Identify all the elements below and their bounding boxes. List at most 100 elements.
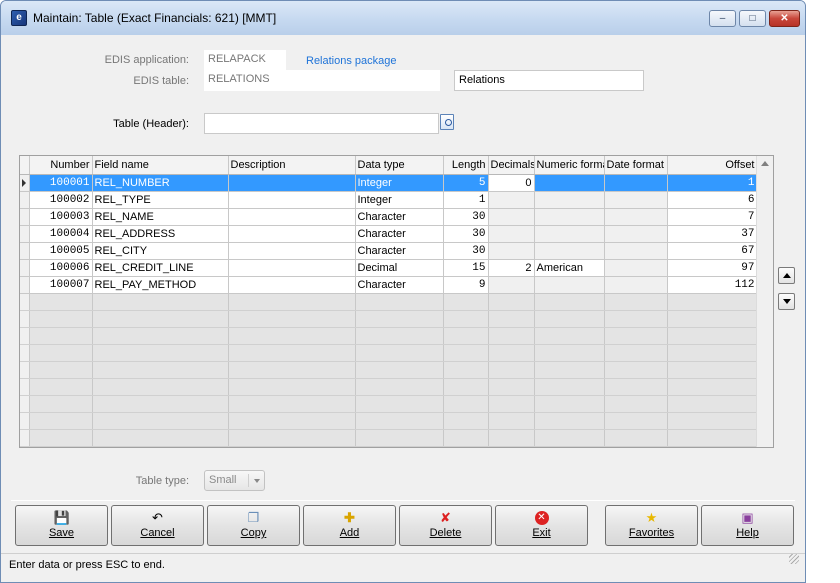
empty-cell[interactable] <box>443 412 489 430</box>
empty-cell[interactable] <box>92 395 229 413</box>
help-button[interactable]: ▣ Help <box>701 505 794 546</box>
cell-description[interactable] <box>228 208 356 226</box>
cell-decimals[interactable]: 2 <box>488 259 535 277</box>
empty-cell[interactable] <box>667 412 758 430</box>
table-row[interactable]: 100001 REL_NUMBER Integer 5 0 1 <box>20 174 758 192</box>
column-header-date-format[interactable]: Date format <box>604 156 668 175</box>
row-indicator[interactable] <box>20 344 30 362</box>
close-button[interactable]: ✕ <box>769 10 800 27</box>
empty-cell[interactable] <box>667 378 758 396</box>
empty-cell[interactable] <box>488 327 535 345</box>
row-indicator[interactable] <box>20 429 30 447</box>
row-indicator[interactable] <box>20 378 30 396</box>
cancel-button[interactable]: ↶ Cancel <box>111 505 204 546</box>
cell-field-name[interactable]: REL_CITY <box>92 242 229 260</box>
cell-offset[interactable]: 6 <box>667 191 758 209</box>
column-header-field-name[interactable]: Field name <box>92 156 229 175</box>
empty-cell[interactable] <box>443 361 489 379</box>
empty-cell[interactable] <box>534 344 605 362</box>
empty-cell[interactable] <box>29 378 93 396</box>
empty-cell[interactable] <box>604 327 668 345</box>
cell-description[interactable] <box>228 259 356 277</box>
row-indicator[interactable] <box>20 361 30 379</box>
table-row[interactable]: 100007 REL_PAY_METHOD Character 9 112 <box>20 276 758 294</box>
empty-cell[interactable] <box>667 429 758 447</box>
empty-cell[interactable] <box>488 293 535 311</box>
cell-description[interactable] <box>228 242 356 260</box>
empty-table-row[interactable] <box>20 395 758 413</box>
empty-cell[interactable] <box>92 293 229 311</box>
cell-description[interactable] <box>228 191 356 209</box>
cell-length[interactable]: 1 <box>443 191 489 209</box>
empty-cell[interactable] <box>604 293 668 311</box>
empty-cell[interactable] <box>92 361 229 379</box>
cell-numeric-format[interactable] <box>534 225 605 243</box>
empty-cell[interactable] <box>667 361 758 379</box>
empty-cell[interactable] <box>534 310 605 328</box>
empty-cell[interactable] <box>228 412 356 430</box>
empty-cell[interactable] <box>29 293 93 311</box>
empty-cell[interactable] <box>604 378 668 396</box>
cell-data-type[interactable]: Character <box>355 208 444 226</box>
row-indicator[interactable] <box>20 293 30 311</box>
cell-date-format[interactable] <box>604 208 668 226</box>
cell-numeric-format[interactable] <box>534 276 605 294</box>
empty-table-row[interactable] <box>20 378 758 396</box>
column-header-data-type[interactable]: Data type <box>355 156 444 175</box>
row-indicator[interactable] <box>20 174 30 192</box>
cell-number[interactable]: 100004 <box>29 225 93 243</box>
empty-cell[interactable] <box>228 395 356 413</box>
empty-cell[interactable] <box>355 429 444 447</box>
empty-table-row[interactable] <box>20 412 758 430</box>
move-row-up-button[interactable] <box>778 267 795 284</box>
cell-field-name[interactable]: REL_ADDRESS <box>92 225 229 243</box>
relations-package-link[interactable]: Relations package <box>306 55 397 67</box>
cell-field-name[interactable]: REL_NAME <box>92 208 229 226</box>
empty-cell[interactable] <box>228 327 356 345</box>
cell-decimals[interactable] <box>488 208 535 226</box>
empty-cell[interactable] <box>534 429 605 447</box>
cell-numeric-format[interactable] <box>534 208 605 226</box>
cell-offset[interactable]: 7 <box>667 208 758 226</box>
resize-grip-icon[interactable] <box>789 554 799 564</box>
cell-description[interactable] <box>228 276 356 294</box>
empty-cell[interactable] <box>29 429 93 447</box>
copy-button[interactable]: ❐ Copy <box>207 505 300 546</box>
cell-decimals[interactable] <box>488 242 535 260</box>
column-header-length[interactable]: Length <box>443 156 489 175</box>
cell-decimals[interactable]: 0 <box>488 174 535 192</box>
empty-cell[interactable] <box>355 412 444 430</box>
table-row[interactable]: 100002 REL_TYPE Integer 1 6 <box>20 191 758 209</box>
row-indicator[interactable] <box>20 208 30 226</box>
empty-table-row[interactable] <box>20 429 758 447</box>
row-indicator[interactable] <box>20 412 30 430</box>
empty-cell[interactable] <box>29 361 93 379</box>
empty-cell[interactable] <box>92 327 229 345</box>
empty-cell[interactable] <box>92 429 229 447</box>
empty-cell[interactable] <box>355 327 444 345</box>
empty-cell[interactable] <box>29 395 93 413</box>
column-header-description[interactable]: Description <box>228 156 356 175</box>
cell-offset[interactable]: 67 <box>667 242 758 260</box>
empty-cell[interactable] <box>228 293 356 311</box>
empty-cell[interactable] <box>29 327 93 345</box>
empty-cell[interactable] <box>604 344 668 362</box>
move-row-down-button[interactable] <box>778 293 795 310</box>
row-indicator[interactable] <box>20 310 30 328</box>
table-row[interactable]: 100004 REL_ADDRESS Character 30 37 <box>20 225 758 243</box>
cell-number[interactable]: 100002 <box>29 191 93 209</box>
cell-data-type[interactable]: Decimal <box>355 259 444 277</box>
empty-cell[interactable] <box>534 361 605 379</box>
empty-cell[interactable] <box>228 344 356 362</box>
empty-cell[interactable] <box>443 293 489 311</box>
cell-data-type[interactable]: Integer <box>355 174 444 192</box>
cell-field-name[interactable]: REL_NUMBER <box>92 174 229 192</box>
cell-offset[interactable]: 37 <box>667 225 758 243</box>
cell-field-name[interactable]: REL_CREDIT_LINE <box>92 259 229 277</box>
cell-date-format[interactable] <box>604 174 668 192</box>
cell-date-format[interactable] <box>604 191 668 209</box>
empty-cell[interactable] <box>443 344 489 362</box>
empty-table-row[interactable] <box>20 293 758 311</box>
empty-cell[interactable] <box>488 395 535 413</box>
empty-cell[interactable] <box>667 344 758 362</box>
